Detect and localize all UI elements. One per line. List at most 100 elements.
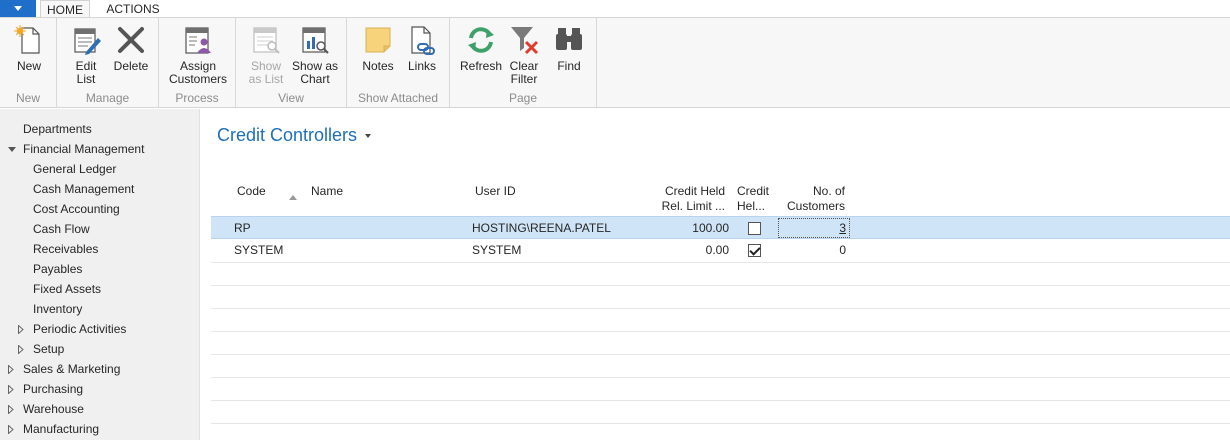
links-button[interactable]: Links (403, 24, 441, 73)
cell-no-of-customers-link[interactable]: 3 (785, 217, 846, 240)
expand-closed-icon[interactable] (8, 405, 14, 414)
column-header-name[interactable]: Name (311, 184, 343, 199)
nav-item-periodic-activities[interactable]: Periodic Activities (18, 319, 188, 339)
cell-no-of-customers[interactable]: 0 (785, 239, 846, 262)
checkbox-credit-held[interactable] (748, 244, 761, 257)
notes-button[interactable]: Notes (357, 24, 399, 73)
cell-code: RP (234, 221, 251, 235)
column-header-credit-held-limit[interactable]: Credit Held Rel. Limit ... (631, 184, 725, 214)
delete-label: Delete (113, 59, 149, 73)
nav-item-setup[interactable]: Setup (18, 339, 188, 359)
nav-item-manufacturing[interactable]: Manufacturing (8, 419, 188, 439)
delete-button[interactable]: Delete (111, 24, 151, 73)
content-area: Credit Controllers Code Name User ID Cre… (201, 109, 1230, 440)
grid-divider (211, 400, 1230, 401)
table-row[interactable]: SYSTEM SYSTEM 0.00 0 (211, 239, 1230, 262)
tab-actions[interactable]: ACTIONS (100, 0, 166, 18)
group-label-manage: Manage (85, 91, 130, 105)
column-header-no-of-customers[interactable]: No. of Customers (781, 184, 845, 214)
grid-divider (211, 262, 1230, 263)
column-header-code[interactable]: Code (237, 184, 266, 199)
nav-item-cash-flow[interactable]: Cash Flow (33, 219, 90, 239)
expand-closed-icon[interactable] (18, 345, 24, 354)
nav-item-departments[interactable]: Departments (23, 119, 92, 139)
assign-customers-button[interactable]: Assign Customers (167, 24, 229, 86)
group-label-page: Page (508, 91, 538, 105)
nav-item-financial-management[interactable]: Financial Management (8, 139, 188, 159)
find-button[interactable]: Find (551, 24, 587, 73)
show-as-chart-button[interactable]: Show as Chart (289, 24, 341, 86)
find-label: Find (557, 59, 581, 73)
links-icon (411, 26, 435, 55)
show-as-list-label-2: as List (248, 72, 284, 86)
nav-item-label: Purchasing (23, 382, 84, 396)
checkbox-credit-held[interactable] (748, 222, 761, 235)
table-row[interactable]: RP HOSTING\REENA.PATEL 100.00 3 (211, 216, 1230, 239)
nav-item-receivables[interactable]: Receivables (33, 239, 98, 259)
header-line-2: Customers (786, 199, 845, 213)
show-list-icon (253, 27, 280, 54)
nav-item-cash-management[interactable]: Cash Management (33, 179, 134, 199)
assign-customers-label-2: Customers (168, 72, 227, 86)
assign-customers-icon (185, 27, 211, 54)
expand-closed-icon[interactable] (8, 365, 14, 374)
cell-code: SYSTEM (234, 243, 284, 257)
edit-list-icon (74, 28, 101, 55)
nav-item-label: Financial Management (23, 142, 145, 156)
expand-closed-icon[interactable] (18, 325, 24, 334)
nav-item-inventory[interactable]: Inventory (33, 299, 82, 319)
ribbon: New New Edit List Delete Manage Assign C… (0, 17, 1230, 108)
grid-divider (211, 423, 1230, 424)
column-header-user-id[interactable]: User ID (475, 184, 516, 199)
cell-credit-held-limit: 100.00 (692, 221, 729, 235)
cell-user-id: HOSTING\REENA.PATEL (472, 221, 611, 235)
nav-item-warehouse[interactable]: Warehouse (8, 399, 188, 419)
chevron-down-icon (14, 6, 22, 11)
navigation-pane: Departments Financial Management General… (0, 109, 200, 440)
column-header-credit-held[interactable]: Credit Hel... (737, 184, 769, 214)
notes-label: Notes (362, 59, 394, 73)
nav-item-payables[interactable]: Payables (33, 259, 82, 279)
notes-icon (365, 27, 391, 53)
edit-list-button[interactable]: Edit List (67, 24, 105, 86)
edit-list-label-2: List (76, 72, 96, 86)
nav-item-label: Manufacturing (23, 422, 100, 436)
ribbon-group-page: Refresh Clear Filter Find Page (450, 18, 597, 108)
header-line-2: Hel... (737, 199, 766, 213)
grid-divider (211, 331, 1230, 332)
new-button[interactable]: New (8, 24, 50, 73)
grid-divider (211, 354, 1230, 355)
header-line-1: No. of (812, 184, 845, 198)
expand-open-icon[interactable] (8, 147, 16, 152)
clear-filter-button[interactable]: Clear Filter (506, 24, 542, 86)
nav-item-general-ledger[interactable]: General Ledger (33, 159, 116, 179)
sort-ascending-icon (289, 195, 297, 200)
ribbon-group-process: Assign Customers Process (159, 18, 236, 108)
application-menu-button[interactable] (0, 0, 36, 17)
binoculars-icon (556, 28, 582, 50)
group-label-show-attached: Show Attached (357, 91, 439, 105)
cell-user-id: SYSTEM (472, 243, 522, 257)
expand-closed-icon[interactable] (8, 385, 14, 394)
links-label: Links (407, 59, 436, 73)
nav-item-sales-marketing[interactable]: Sales & Marketing (8, 359, 188, 379)
show-as-list-button[interactable]: Show as List (244, 24, 288, 86)
refresh-icon (468, 27, 494, 53)
page-title: Credit Controllers (217, 125, 358, 145)
clear-filter-label-2: Filter (510, 72, 538, 86)
show-chart-icon (302, 27, 329, 54)
new-label: New (16, 59, 41, 73)
nav-item-fixed-assets[interactable]: Fixed Assets (33, 279, 101, 299)
new-document-icon (14, 25, 40, 54)
expand-closed-icon[interactable] (8, 425, 14, 434)
ribbon-group-manage: Edit List Delete Manage (57, 18, 159, 108)
group-label-view: View (278, 91, 304, 105)
nav-item-cost-accounting[interactable]: Cost Accounting (33, 199, 120, 219)
nav-item-label: Warehouse (23, 402, 84, 416)
nav-item-label: Periodic Activities (33, 322, 127, 336)
chevron-down-icon[interactable] (365, 134, 371, 138)
refresh-button[interactable]: Refresh (458, 24, 504, 73)
grid-divider (211, 308, 1230, 309)
tab-home[interactable]: HOME (40, 0, 90, 18)
nav-item-purchasing[interactable]: Purchasing (8, 379, 188, 399)
